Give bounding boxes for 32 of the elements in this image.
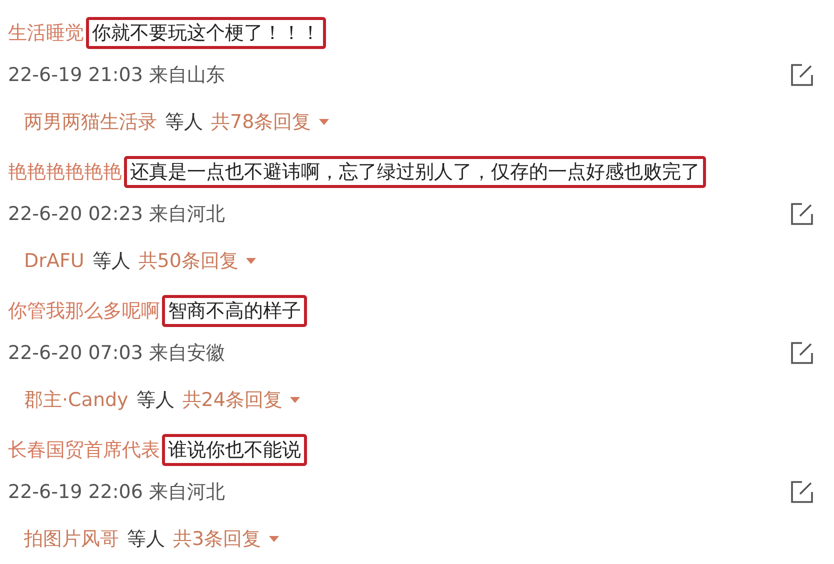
replier-names[interactable]: 郡主·Candy bbox=[24, 386, 128, 414]
replier-names[interactable]: 两男两猫生活录 bbox=[24, 108, 157, 136]
reply-count-link[interactable]: 共24条回复 bbox=[182, 386, 282, 414]
comment-text: 你就不要玩这个梗了！！！ bbox=[86, 17, 326, 49]
comment-text: 还真是一点也不避讳啊，忘了绿过别人了，仅存的一点好感也败完了 bbox=[124, 156, 706, 188]
username[interactable]: 生活睡觉 bbox=[8, 20, 84, 46]
edit-icon[interactable] bbox=[790, 202, 814, 226]
others-label: 等人 bbox=[92, 248, 130, 274]
username[interactable]: 艳艳艳艳艳艳 bbox=[8, 159, 122, 185]
replier-names[interactable]: 拍图片风哥 bbox=[24, 524, 119, 553]
edit-icon[interactable] bbox=[790, 480, 814, 504]
username[interactable]: 你管我那么多呢啊 bbox=[8, 298, 160, 324]
comment-text: 智商不高的样子 bbox=[162, 295, 307, 327]
comment-meta: 22-6-20 07:03 来自安徽 bbox=[8, 341, 225, 366]
reply-count-link[interactable]: 共3条回复 bbox=[173, 524, 262, 553]
caret-icon[interactable] bbox=[319, 118, 330, 125]
caret-icon[interactable] bbox=[290, 396, 300, 403]
reply-count-link[interactable]: 共50条回复 bbox=[138, 246, 238, 275]
comment-meta: 22-6-19 22:06 来自河北 bbox=[8, 480, 225, 505]
comment-meta: 22-6-19 21:03 来自山东 bbox=[8, 63, 225, 88]
caret-icon[interactable] bbox=[269, 536, 280, 542]
others-label: 等人 bbox=[136, 388, 174, 412]
edit-icon[interactable] bbox=[790, 63, 814, 88]
others-label: 等人 bbox=[165, 110, 203, 134]
edit-icon[interactable] bbox=[790, 341, 814, 366]
caret-icon[interactable] bbox=[246, 258, 256, 264]
username[interactable]: 长春国贸首席代表 bbox=[8, 437, 160, 463]
comment-text: 谁说你也不能说 bbox=[162, 434, 307, 466]
reply-count-link[interactable]: 共78条回复 bbox=[211, 108, 312, 136]
replier-names[interactable]: DrAFU bbox=[24, 246, 84, 275]
others-label: 等人 bbox=[127, 526, 165, 552]
comment-meta: 22-6-20 02:23 来自河北 bbox=[8, 202, 225, 227]
